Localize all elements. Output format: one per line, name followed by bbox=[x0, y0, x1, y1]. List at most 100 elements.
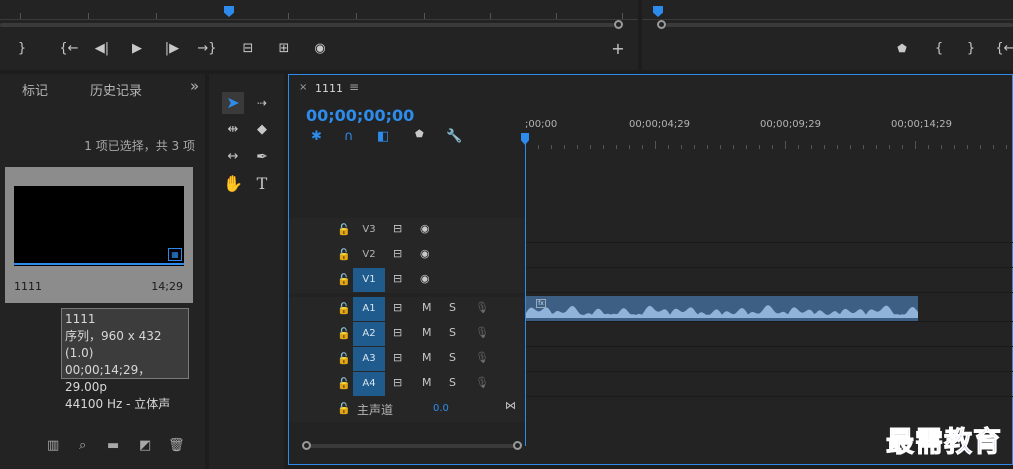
add-button[interactable]: + bbox=[610, 41, 626, 57]
mute-button[interactable]: M bbox=[422, 376, 432, 389]
sync-lock-icon[interactable]: ⊟ bbox=[393, 351, 402, 364]
sync-lock-icon[interactable]: ⊟ bbox=[393, 376, 402, 389]
sync-lock-icon[interactable]: ⊟ bbox=[393, 247, 402, 260]
program-time-ruler[interactable] bbox=[642, 0, 1013, 20]
sync-lock-icon[interactable]: ⊟ bbox=[393, 301, 402, 314]
type-tool-icon[interactable]: T bbox=[251, 173, 273, 195]
lock-icon[interactable]: 🔓 bbox=[337, 248, 351, 261]
timeline-ruler[interactable] bbox=[525, 133, 1013, 149]
linked-selection-icon[interactable]: ◧ bbox=[377, 129, 389, 144]
solo-button[interactable]: S bbox=[449, 301, 456, 314]
folder-icon[interactable]: ▬ bbox=[107, 438, 119, 453]
insert-button[interactable]: ⊟ bbox=[240, 42, 256, 56]
lock-icon[interactable]: 🔓 bbox=[337, 302, 351, 315]
timecode-display[interactable]: 00;00;00;00 bbox=[306, 106, 414, 125]
search-icon[interactable]: ⌕ bbox=[79, 438, 86, 453]
add-marker-icon[interactable]: ⬟ bbox=[415, 129, 424, 140]
slip-tool-icon[interactable]: ↔ bbox=[222, 146, 244, 168]
lock-icon[interactable]: 🔓 bbox=[337, 327, 351, 340]
play-button[interactable]: ▶ bbox=[129, 42, 145, 56]
master-expand-icon[interactable]: ⋈ bbox=[505, 399, 516, 412]
step-forward-button[interactable]: |▶ bbox=[164, 42, 180, 56]
ruler-label-1: 00;00;04;29 bbox=[629, 119, 691, 130]
tab-markers[interactable]: 标记 bbox=[22, 80, 48, 99]
source-time-ruler[interactable] bbox=[0, 0, 638, 20]
panel-overflow-icon[interactable]: » bbox=[190, 77, 199, 95]
lock-icon[interactable]: 🔓 bbox=[337, 223, 351, 236]
timeline-playhead-line[interactable] bbox=[525, 135, 526, 446]
sequence-thumbnail-card[interactable]: ▦ 1111 14;29 bbox=[5, 167, 193, 303]
mark-out-button[interactable]: } bbox=[14, 42, 30, 56]
trash-icon[interactable]: 🗑 bbox=[168, 438, 185, 453]
ripple-edit-tool-icon[interactable]: ⇹ bbox=[222, 119, 244, 141]
tooltip-duration: 00;00;14;29，29.00p bbox=[65, 363, 151, 394]
sync-lock-icon[interactable]: ⊟ bbox=[393, 272, 402, 285]
lock-icon[interactable]: 🔓 bbox=[337, 273, 351, 286]
master-volume-value[interactable]: 0.0 bbox=[433, 403, 449, 414]
selection-tool-icon[interactable]: ➤ bbox=[222, 92, 244, 114]
bin-icon[interactable]: ▥ bbox=[47, 438, 59, 453]
razor-tool-icon[interactable]: ◆ bbox=[251, 119, 273, 141]
mute-button[interactable]: M bbox=[422, 326, 432, 339]
mark-out-button[interactable]: } bbox=[963, 42, 979, 56]
timeline-zoom-handle-right[interactable] bbox=[513, 441, 522, 450]
tab-history[interactable]: 历史记录 bbox=[90, 80, 142, 99]
microphone-icon[interactable]: 🎙 bbox=[475, 351, 489, 364]
go-to-in-button[interactable]: {← bbox=[58, 42, 80, 56]
sync-lock-icon[interactable]: ⊟ bbox=[393, 326, 402, 339]
pen-tool-icon[interactable]: ✒ bbox=[251, 146, 273, 168]
timeline-zoom-bar[interactable] bbox=[308, 444, 519, 448]
track-name[interactable]: V2 bbox=[353, 243, 385, 267]
snap-icon[interactable]: ∩ bbox=[344, 129, 354, 144]
ruler-label-0: ;00;00 bbox=[525, 119, 558, 130]
track-header: 🔓 A1 ⊟ M S 🎙 bbox=[289, 297, 525, 322]
lock-icon[interactable]: 🔓 bbox=[337, 377, 351, 390]
camera-icon[interactable]: ◉ bbox=[312, 42, 328, 56]
item-duration: 14;29 bbox=[151, 280, 183, 293]
sync-lock-icon[interactable]: ⊟ bbox=[393, 222, 402, 235]
hand-tool-icon[interactable]: ✋ bbox=[222, 173, 244, 195]
wrench-icon[interactable]: 🔧 bbox=[446, 129, 462, 144]
lock-icon[interactable]: 🔓 bbox=[337, 352, 351, 365]
microphone-icon[interactable]: 🎙 bbox=[475, 326, 489, 339]
sequence-tab-title[interactable]: 1111 bbox=[315, 82, 343, 95]
mark-in-button[interactable]: { bbox=[931, 42, 947, 56]
lock-icon[interactable]: 🔓 bbox=[337, 402, 351, 415]
track-name[interactable]: V3 bbox=[353, 218, 385, 242]
solo-button[interactable]: S bbox=[449, 326, 456, 339]
go-to-out-button[interactable]: →} bbox=[196, 42, 218, 56]
program-zoom-bar[interactable] bbox=[666, 23, 1013, 27]
track-name[interactable]: A4 bbox=[353, 372, 385, 396]
overwrite-button[interactable]: ⊞ bbox=[276, 42, 292, 56]
go-to-in-button[interactable]: {← bbox=[994, 42, 1013, 56]
timeline-zoom-handle-left[interactable] bbox=[302, 441, 311, 450]
close-icon[interactable]: × bbox=[299, 82, 307, 93]
track-select-tool-icon[interactable]: ⇢ bbox=[251, 92, 273, 114]
track-header: 🔓 A3 ⊟ M S 🎙 bbox=[289, 347, 525, 372]
new-item-icon[interactable]: ◩ bbox=[139, 438, 151, 453]
mute-button[interactable]: M bbox=[422, 301, 432, 314]
mute-button[interactable]: M bbox=[422, 351, 432, 364]
program-monitor-panel: ⬟ { } {← bbox=[642, 0, 1013, 70]
track-name[interactable]: A1 bbox=[353, 297, 385, 321]
audio-clip[interactable]: fx bbox=[526, 296, 918, 321]
source-zoom-handle[interactable] bbox=[614, 20, 623, 29]
microphone-icon[interactable]: 🎙 bbox=[475, 376, 489, 389]
track-name[interactable]: V1 bbox=[353, 268, 385, 292]
thumbnail-preview bbox=[14, 186, 184, 266]
panel-menu-icon[interactable]: ≡ bbox=[349, 80, 359, 94]
master-track-row: 🔓 主声道 0.0 ⋈ bbox=[289, 397, 1013, 422]
add-marker-button[interactable]: ⬟ bbox=[894, 42, 910, 56]
step-back-button[interactable]: ◀| bbox=[94, 42, 110, 56]
track-name[interactable]: A3 bbox=[353, 347, 385, 371]
eye-icon[interactable]: ◉ bbox=[420, 272, 430, 285]
solo-button[interactable]: S bbox=[449, 351, 456, 364]
solo-button[interactable]: S bbox=[449, 376, 456, 389]
source-zoom-bar[interactable] bbox=[0, 23, 614, 27]
microphone-icon[interactable]: 🎙 bbox=[475, 301, 489, 314]
nest-icon[interactable]: ✱ bbox=[311, 129, 322, 144]
track-name[interactable]: A2 bbox=[353, 322, 385, 346]
eye-icon[interactable]: ◉ bbox=[420, 222, 430, 235]
program-zoom-handle[interactable] bbox=[657, 20, 666, 29]
eye-icon[interactable]: ◉ bbox=[420, 247, 430, 260]
